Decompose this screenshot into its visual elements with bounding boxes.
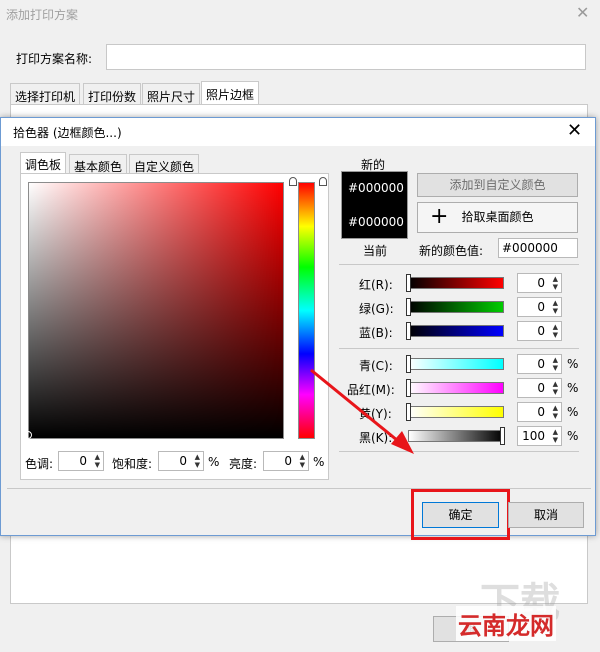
cancel-button[interactable]: 取消	[508, 502, 584, 528]
magenta-spinner[interactable]: 0 ▲ ▼	[517, 378, 562, 398]
green-slider-thumb[interactable]	[406, 298, 411, 316]
cyan-slider-thumb[interactable]	[406, 355, 411, 373]
cyan-percent: %	[567, 357, 579, 371]
saturation-brightness-field[interactable]	[28, 182, 284, 439]
tab-photo-border[interactable]: 照片边框	[201, 81, 260, 106]
divider	[339, 451, 579, 452]
cyan-spinner[interactable]: 0 ▲ ▼	[517, 354, 562, 374]
current-color-label: 当前	[363, 244, 388, 258]
black-slider[interactable]	[408, 430, 504, 442]
brightness-value: 0	[284, 454, 292, 468]
black-slider-thumb[interactable]	[500, 427, 505, 445]
saturation-spinner[interactable]: 0 ▲ ▼	[158, 451, 204, 471]
green-label: 绿(G):	[359, 302, 394, 316]
picker-title: 拾色器 (边框颜色...)	[13, 126, 122, 140]
tab-photo-size[interactable]: 照片尺寸	[142, 83, 201, 105]
spinner-arrows-icon[interactable]: ▲ ▼	[553, 380, 558, 396]
ok-button[interactable]: 确定	[422, 502, 499, 528]
green-spinner[interactable]: 0 ▲ ▼	[517, 297, 562, 317]
blue-value: 0	[537, 324, 545, 338]
yellow-label: 黄(Y):	[359, 407, 392, 421]
hue-marker-left-icon[interactable]	[289, 177, 297, 186]
red-label: 红(R):	[359, 278, 393, 292]
hue-marker-right-icon[interactable]	[319, 177, 327, 186]
crosshair-icon: +	[430, 204, 449, 229]
tab-select-printer[interactable]: 选择打印机	[10, 83, 81, 105]
green-value: 0	[537, 300, 545, 314]
new-color-value-label: 新的颜色值:	[419, 244, 484, 258]
add-custom-color-button[interactable]: 添加到自定义颜色	[417, 173, 578, 197]
black-value: 100	[522, 429, 545, 443]
blue-slider-thumb[interactable]	[406, 322, 411, 340]
saturation-label: 饱和度:	[112, 457, 153, 471]
spinner-arrows-icon[interactable]: ▲ ▼	[553, 299, 558, 315]
black-spinner[interactable]: 100 ▲ ▼	[517, 426, 562, 446]
blue-label: 蓝(B):	[359, 326, 393, 340]
red-value: 0	[537, 276, 545, 290]
watermark-logo: 云南龙网	[456, 606, 556, 641]
spinner-arrows-icon[interactable]: ▲ ▼	[553, 404, 558, 420]
tab-palette[interactable]: 调色板	[20, 152, 67, 175]
black-label: 黑(K):	[359, 431, 393, 445]
spinner-arrows-icon[interactable]: ▲ ▼	[553, 275, 558, 291]
red-slider-thumb[interactable]	[406, 274, 411, 292]
blue-spinner[interactable]: 0 ▲ ▼	[517, 321, 562, 341]
current-color-hex: #000000	[348, 215, 404, 229]
cyan-label: 青(C):	[359, 359, 393, 373]
spinner-arrows-icon[interactable]: ▲ ▼	[300, 453, 305, 469]
hue-label: 色调:	[25, 457, 54, 471]
picker-close-icon[interactable]: ✕	[567, 120, 582, 141]
magenta-value: 0	[537, 381, 545, 395]
color-cursor-icon[interactable]	[24, 431, 32, 439]
tab-custom-colors[interactable]: 自定义颜色	[129, 154, 200, 174]
yellow-percent: %	[567, 405, 579, 419]
pick-screen-color-label: 拾取桌面颜色	[461, 210, 534, 224]
magenta-percent: %	[567, 381, 579, 395]
scheme-name-input[interactable]	[106, 44, 586, 70]
yellow-slider-thumb[interactable]	[406, 403, 411, 421]
divider	[339, 348, 579, 349]
yellow-slider[interactable]	[408, 406, 504, 418]
magenta-slider-thumb[interactable]	[406, 379, 411, 397]
spinner-arrows-icon[interactable]: ▲ ▼	[553, 323, 558, 339]
tab-basic-colors[interactable]: 基本颜色	[69, 154, 128, 174]
brightness-spinner[interactable]: 0 ▲ ▼	[263, 451, 309, 471]
tab-print-copies[interactable]: 打印份数	[83, 83, 142, 105]
cyan-value: 0	[537, 357, 545, 371]
brightness-percent: %	[313, 455, 325, 469]
cyan-slider[interactable]	[408, 358, 504, 370]
yellow-spinner[interactable]: 0 ▲ ▼	[517, 402, 562, 422]
saturation-percent: %	[208, 455, 220, 469]
hue-spinner[interactable]: 0 ▲ ▼	[58, 451, 104, 471]
new-color-value-input[interactable]: #000000	[498, 238, 578, 258]
blue-slider[interactable]	[408, 325, 504, 337]
yellow-value: 0	[537, 405, 545, 419]
hue-strip[interactable]	[298, 182, 315, 439]
divider	[339, 264, 579, 265]
parent-dialog-title: 添加打印方案	[6, 8, 79, 22]
spinner-arrows-icon[interactable]: ▲ ▼	[553, 428, 558, 444]
parent-close-icon[interactable]: ✕	[576, 3, 589, 22]
red-spinner[interactable]: 0 ▲ ▼	[517, 273, 562, 293]
magenta-slider[interactable]	[408, 382, 504, 394]
picker-titlebar: 拾色器 (边框颜色...) ✕	[1, 118, 595, 146]
red-slider[interactable]	[408, 277, 504, 289]
magenta-label: 品红(M):	[347, 383, 395, 397]
new-color-hex: #000000	[348, 181, 404, 195]
green-slider[interactable]	[408, 301, 504, 313]
saturation-value: 0	[179, 454, 187, 468]
spinner-arrows-icon[interactable]: ▲ ▼	[195, 453, 200, 469]
spinner-arrows-icon[interactable]: ▲ ▼	[95, 453, 100, 469]
brightness-label: 亮度:	[229, 457, 258, 471]
pick-screen-color-button[interactable]: + 拾取桌面颜色	[417, 202, 578, 233]
color-picker-dialog: 拾色器 (边框颜色...) ✕ 调色板 基本颜色 自定义颜色 色调: 0 ▲ ▼ 饱…	[0, 117, 596, 540]
spinner-arrows-icon[interactable]: ▲ ▼	[553, 356, 558, 372]
scheme-name-label: 打印方案名称:	[16, 52, 93, 66]
hue-value: 0	[79, 454, 87, 468]
black-percent: %	[567, 429, 579, 443]
